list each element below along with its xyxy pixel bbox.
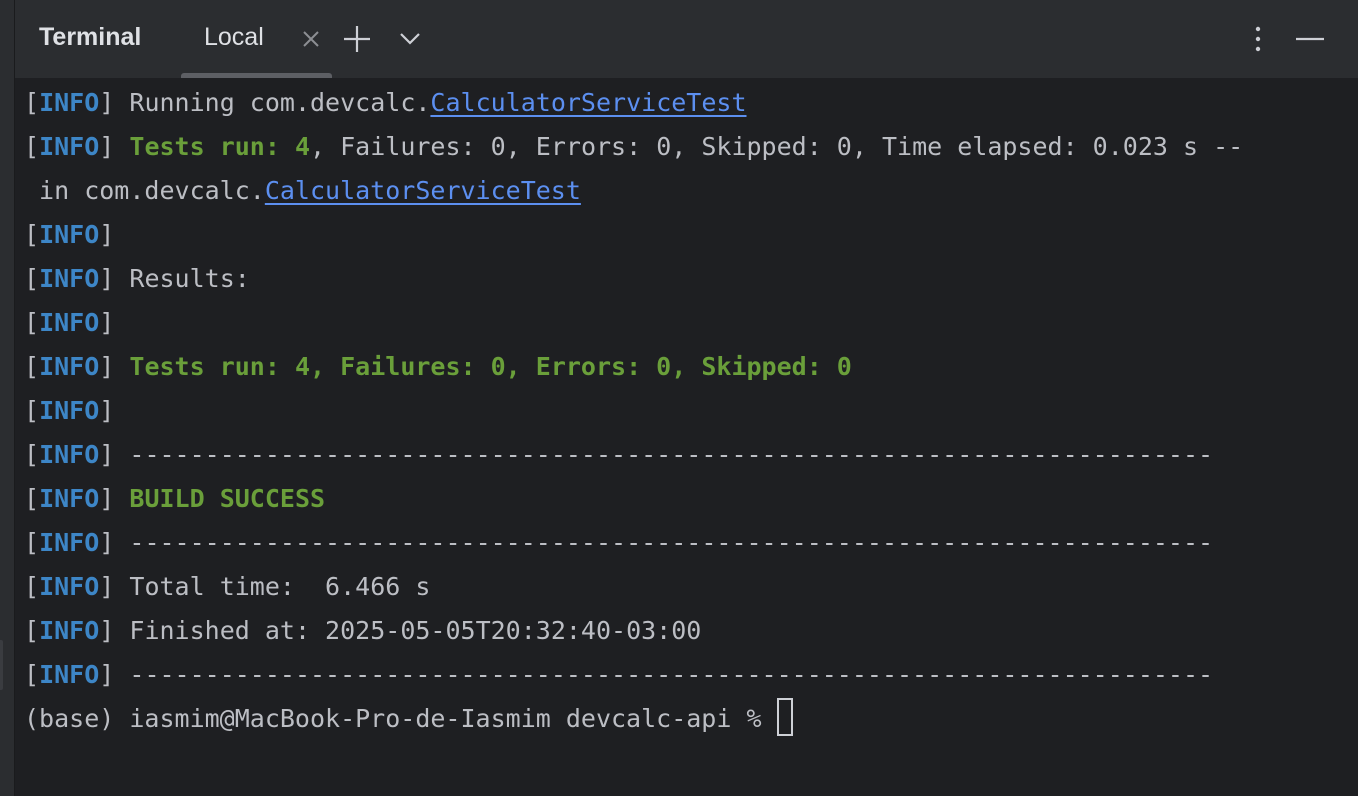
info-tag: INFO bbox=[39, 308, 100, 337]
close-icon[interactable] bbox=[301, 29, 321, 49]
info-tag: INFO bbox=[39, 88, 100, 117]
plus-icon[interactable] bbox=[342, 24, 372, 54]
tests-run-summary: Tests run: 4 bbox=[129, 132, 311, 161]
info-tag: INFO bbox=[39, 528, 100, 557]
terminal-line: [INFO] BUILD SUCCESS bbox=[24, 484, 326, 513]
terminal-line: [INFO] Running com.devcalc.CalculatorSer… bbox=[24, 88, 747, 117]
tab-label: Local bbox=[204, 23, 264, 51]
line-text: Finished at: 2025-05-05T20:32:40-03:00 bbox=[129, 616, 702, 645]
chevron-down-icon[interactable] bbox=[398, 28, 422, 48]
info-tag: INFO bbox=[39, 660, 100, 689]
panel-title: Terminal bbox=[39, 23, 142, 51]
terminal-line: [INFO] Finished at: 2025-05-05T20:32:40-… bbox=[24, 616, 702, 645]
active-tab-indicator bbox=[181, 73, 332, 78]
terminal-toolbar: Terminal Local bbox=[15, 0, 1358, 78]
info-tag: INFO bbox=[39, 396, 100, 425]
prompt-line[interactable]: (base) iasmim@MacBook-Pro-de-Iasmim devc… bbox=[24, 697, 1358, 741]
minimize-icon[interactable] bbox=[1294, 24, 1326, 54]
terminal-line: [INFO] ---------------------------------… bbox=[24, 660, 1214, 689]
text-cursor bbox=[776, 698, 793, 736]
terminal-line: [INFO] ---------------------------------… bbox=[24, 528, 1214, 557]
info-tag: INFO bbox=[39, 132, 100, 161]
info-tag: INFO bbox=[39, 440, 100, 469]
build-status: BUILD SUCCESS bbox=[129, 484, 326, 513]
line-text: Running com.devcalc. bbox=[129, 88, 431, 117]
more-vertical-icon[interactable] bbox=[1248, 24, 1268, 54]
info-tag: INFO bbox=[39, 220, 100, 249]
terminal-line: [INFO] bbox=[24, 308, 115, 337]
class-link[interactable]: CalculatorServiceTest bbox=[430, 88, 746, 117]
terminal-output[interactable]: [INFO] Running com.devcalc.CalculatorSer… bbox=[15, 81, 1358, 796]
terminal-line: [INFO] Total time: 6.466 s bbox=[24, 572, 431, 601]
terminal-line: [INFO] Results: bbox=[24, 264, 250, 293]
info-tag: INFO bbox=[39, 352, 100, 381]
terminal-line: [INFO] Tests run: 4, Failures: 0, Errors… bbox=[24, 352, 852, 381]
panel-resize-handle[interactable] bbox=[0, 640, 3, 690]
separator-line: ----------------------------------------… bbox=[129, 660, 1214, 689]
line-text: in com.devcalc. bbox=[24, 176, 265, 205]
class-link[interactable]: CalculatorServiceTest bbox=[265, 176, 581, 205]
shell-prompt: (base) iasmim@MacBook-Pro-de-Iasmim devc… bbox=[24, 704, 777, 733]
results-summary: Tests run: 4, Failures: 0, Errors: 0, Sk… bbox=[129, 352, 852, 381]
info-tag: INFO bbox=[39, 484, 100, 513]
terminal-line: [INFO] bbox=[24, 220, 115, 249]
terminal-line: [INFO] bbox=[24, 396, 115, 425]
terminal-line: [INFO] Tests run: 4, Failures: 0, Errors… bbox=[24, 132, 1244, 161]
info-tag: INFO bbox=[39, 616, 100, 645]
info-tag: INFO bbox=[39, 572, 100, 601]
info-tag: INFO bbox=[39, 264, 100, 293]
line-text: , Failures: 0, Errors: 0, Skipped: 0, Ti… bbox=[310, 132, 1244, 161]
left-panel-edge bbox=[0, 0, 15, 796]
line-text: Total time: 6.466 s bbox=[129, 572, 431, 601]
tab-local[interactable]: Local bbox=[181, 0, 332, 78]
separator-line: ----------------------------------------… bbox=[129, 440, 1214, 469]
line-text: Results: bbox=[129, 264, 250, 293]
terminal-line: [INFO] ---------------------------------… bbox=[24, 440, 1214, 469]
terminal-line: in com.devcalc.CalculatorServiceTest bbox=[24, 169, 1358, 213]
separator-line: ----------------------------------------… bbox=[129, 528, 1214, 557]
